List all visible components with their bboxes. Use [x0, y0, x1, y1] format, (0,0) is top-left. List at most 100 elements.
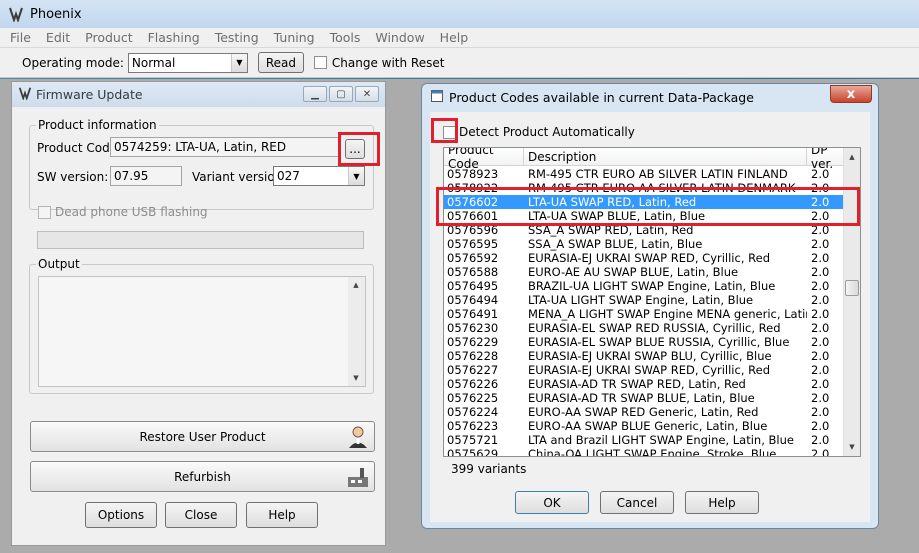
- table-row[interactable]: 0576226 EURASIA-AD TR SWAP RED, Latin, Re…: [444, 377, 844, 391]
- ok-label: OK: [543, 495, 561, 510]
- sw-version-field: 07.95: [110, 166, 182, 186]
- options-button[interactable]: Options: [85, 502, 157, 528]
- table-row[interactable]: 0575721 LTA and Brazil LIGHT SWAP Engine,…: [444, 433, 844, 447]
- table-row[interactable]: 0576588 EURO-AE AU SWAP BLUE, Latin, Blue…: [444, 265, 844, 279]
- cell-dp-ver: 2.0: [811, 405, 830, 419]
- scroll-up-icon[interactable]: ▲: [844, 149, 860, 165]
- table-row[interactable]: 0576228 EURASIA-EJ UKRAI SWAP BLU, Cyrill…: [444, 349, 844, 363]
- menu-tools[interactable]: Tools: [330, 30, 361, 45]
- menu-flashing[interactable]: Flashing: [148, 30, 200, 45]
- product-codes-titlebar: Product Codes available in current Data-…: [422, 84, 878, 110]
- table-row[interactable]: 0576495 BRAZIL-UA LIGHT SWAP Engine, Lati…: [444, 279, 844, 293]
- cell-dp-ver: 2.0: [811, 447, 830, 457]
- cell-dp-ver: 2.0: [811, 237, 830, 251]
- table-row[interactable]: 0576230 EURASIA-EL SWAP RED RUSSIA, Cyril…: [444, 321, 844, 335]
- product-codes-dialog: Product Codes available in current Data-…: [421, 83, 879, 529]
- phoenix-logo-icon: [8, 6, 24, 22]
- app-title: Phoenix: [30, 6, 82, 22]
- table-row[interactable]: 0576595 SSA_A SWAP BLUE, Latin, Blue 2.0: [444, 237, 844, 251]
- ok-button[interactable]: OK: [515, 491, 589, 514]
- cancel-button[interactable]: Cancel: [600, 491, 674, 514]
- operating-mode-select[interactable]: Normal ▼: [127, 52, 248, 73]
- scroll-up-icon[interactable]: ▲: [348, 277, 364, 293]
- cell-description: BRAZIL-UA LIGHT SWAP Engine, Latin, Blue: [528, 279, 776, 293]
- product-information-label: Product information: [36, 118, 159, 132]
- cell-product-code: 0578923: [447, 167, 499, 181]
- table-row[interactable]: 0576229 EURASIA-EL SWAP BLUE RUSSIA, Cyri…: [444, 335, 844, 349]
- product-codes-title: Product Codes available in current Data-…: [449, 89, 754, 105]
- help-button[interactable]: Help: [685, 491, 759, 514]
- variant-version-select[interactable]: 027 ▼: [273, 166, 365, 186]
- cell-dp-ver: 2.0: [811, 293, 830, 307]
- menubar: File Edit Product Flashing Testing Tunin…: [0, 28, 919, 48]
- cell-dp-ver: 2.0: [811, 391, 830, 405]
- table-row[interactable]: 0576494 LTA-UA LIGHT SWAP Engine, Latin, …: [444, 293, 844, 307]
- minimize-icon[interactable]: ▁: [303, 86, 327, 102]
- cell-description: EURO-AE AU SWAP BLUE, Latin, Blue: [528, 265, 739, 279]
- cell-dp-ver: 2.0: [811, 363, 830, 377]
- cell-description: EURASIA-EJ UKRAI SWAP RED, Cyrillic, Red: [528, 251, 770, 265]
- output-label: Output: [36, 257, 82, 271]
- cell-product-code: 0575721: [447, 433, 499, 447]
- refurbish-button[interactable]: Refurbish: [30, 461, 375, 492]
- scroll-thumb[interactable]: [845, 280, 859, 296]
- firmware-update-titlebar: Firmware Update ▁ ▢ ✕: [12, 82, 385, 107]
- maximize-icon[interactable]: ▢: [329, 86, 353, 102]
- table-row[interactable]: 0576225 EURASIA-AD TR SWAP BLUE, Latin, B…: [444, 391, 844, 405]
- progress-bar: [37, 231, 364, 249]
- close-button[interactable]: Close: [165, 502, 237, 528]
- cell-dp-ver: 2.0: [811, 167, 830, 181]
- product-code-label: Product Code:: [37, 141, 122, 155]
- help-label: Help: [708, 495, 736, 510]
- dead-phone-checkbox[interactable]: [38, 206, 51, 219]
- read-button[interactable]: Read: [257, 52, 304, 73]
- cell-product-code: 0576223: [447, 419, 499, 433]
- table-row[interactable]: 0576223 EURO-AA SWAP BLUE Generic, Latin,…: [444, 419, 844, 433]
- table-row[interactable]: 0575629 China-OA LIGHT SWAP Engine, Strok…: [444, 447, 844, 457]
- cell-description: EURO-AA SWAP RED Generic, Latin, Red: [528, 405, 759, 419]
- close-icon[interactable]: x: [830, 85, 872, 103]
- menu-testing[interactable]: Testing: [215, 30, 259, 45]
- table-row[interactable]: 0576224 EURO-AA SWAP RED Generic, Latin, …: [444, 405, 844, 419]
- cell-dp-ver: 2.0: [811, 419, 830, 433]
- output-scrollbar[interactable]: ▲ ▼: [348, 277, 365, 386]
- highlight-box: [431, 118, 458, 143]
- column-dp-ver[interactable]: DP ver.: [807, 148, 844, 171]
- column-description[interactable]: Description: [524, 148, 807, 166]
- cell-product-code: 0575629: [447, 447, 499, 457]
- column-product-code[interactable]: Product Code: [444, 148, 524, 171]
- refurbish-label: Refurbish: [174, 469, 231, 484]
- scroll-down-icon[interactable]: ▼: [844, 439, 860, 455]
- menu-tuning[interactable]: Tuning: [274, 30, 315, 45]
- app-titlebar: Phoenix: [0, 0, 919, 28]
- output-textarea[interactable]: ▲ ▼: [38, 276, 366, 387]
- restore-user-product-button[interactable]: Restore User Product: [30, 421, 375, 452]
- cell-description: RM-495 CTR EURO AB SILVER LATIN FINLAND: [528, 167, 788, 181]
- table-row[interactable]: 0576592 EURASIA-EJ UKRAI SWAP RED, Cyrill…: [444, 251, 844, 265]
- factory-icon: [346, 465, 370, 489]
- menu-product[interactable]: Product: [85, 30, 132, 45]
- cell-description: EURASIA-AD TR SWAP BLUE, Latin, Blue: [528, 391, 755, 405]
- cell-product-code: 0576229: [447, 335, 499, 349]
- close-icon[interactable]: ✕: [355, 86, 379, 102]
- menu-file[interactable]: File: [10, 30, 31, 45]
- restore-user-product-label: Restore User Product: [139, 429, 266, 444]
- change-with-reset-checkbox[interactable]: [313, 56, 327, 69]
- help-button[interactable]: Help: [246, 502, 318, 528]
- output-group: Output ▲ ▼: [29, 257, 374, 394]
- table-row[interactable]: 0576227 EURASIA-EJ UKRAI SWAP RED, Cyrill…: [444, 363, 844, 377]
- menu-help[interactable]: Help: [440, 30, 469, 45]
- cell-product-code: 0576588: [447, 265, 499, 279]
- table-row[interactable]: 0576491 MENA_A LIGHT SWAP Engine MENA gen…: [444, 307, 844, 321]
- variant-count: 399 variants: [451, 462, 527, 476]
- menu-window[interactable]: Window: [375, 30, 424, 45]
- dead-phone-label: Dead phone USB flashing: [55, 205, 208, 219]
- cell-product-code: 0576225: [447, 391, 499, 405]
- scroll-down-icon[interactable]: ▼: [348, 370, 364, 386]
- operating-mode-label: Operating mode:: [22, 55, 124, 70]
- menu-edit[interactable]: Edit: [46, 30, 70, 45]
- cell-product-code: 0576592: [447, 251, 499, 265]
- table-row[interactable]: 0578923 RM-495 CTR EURO AB SILVER LATIN F…: [444, 167, 844, 181]
- cell-dp-ver: 2.0: [811, 433, 830, 447]
- cell-description: EURASIA-EL SWAP BLUE RUSSIA, Cyrillic, B…: [528, 335, 790, 349]
